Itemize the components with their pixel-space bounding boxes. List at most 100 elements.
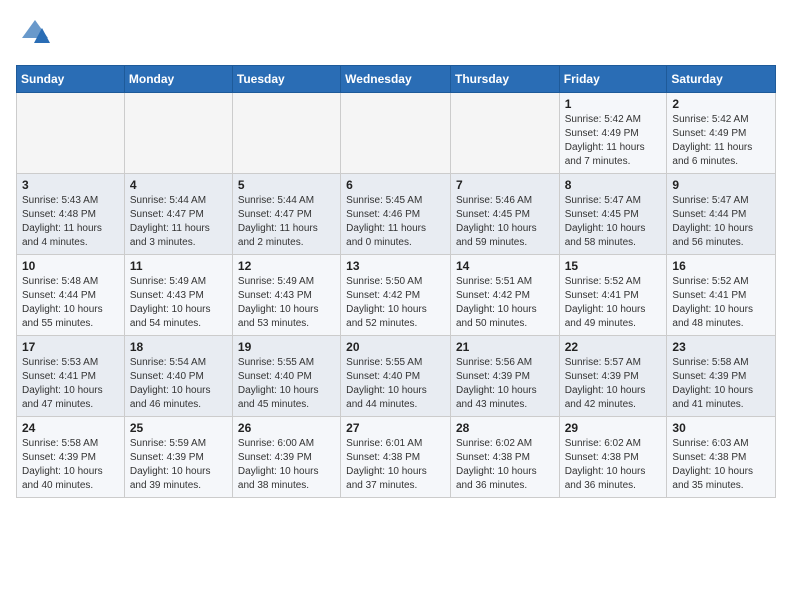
day-info: Sunrise: 5:59 AMSunset: 4:39 PMDaylight:… xyxy=(130,437,227,493)
calendar-cell: 13 Sunrise: 5:50 AMSunset: 4:42 PMDayligh… xyxy=(341,255,451,336)
day-info: Sunrise: 5:52 AMSunset: 4:41 PMDaylight:… xyxy=(672,275,770,331)
day-info: Sunrise: 5:46 AMSunset: 4:45 PMDaylight:… xyxy=(456,194,554,250)
calendar-cell: 7 Sunrise: 5:46 AMSunset: 4:45 PMDaylight… xyxy=(450,174,559,255)
day-info: Sunrise: 6:02 AMSunset: 4:38 PMDaylight:… xyxy=(565,437,662,493)
calendar-header-row: SundayMondayTuesdayWednesdayThursdayFrid… xyxy=(17,66,776,93)
day-number: 21 xyxy=(456,340,554,354)
calendar-cell: 12 Sunrise: 5:49 AMSunset: 4:43 PMDayligh… xyxy=(232,255,340,336)
day-number: 19 xyxy=(238,340,335,354)
day-number: 7 xyxy=(456,178,554,192)
day-info: Sunrise: 5:51 AMSunset: 4:42 PMDaylight:… xyxy=(456,275,554,331)
day-of-week-header: Saturday xyxy=(667,66,776,93)
day-number: 3 xyxy=(22,178,119,192)
header xyxy=(16,16,776,53)
day-info: Sunrise: 6:03 AMSunset: 4:38 PMDaylight:… xyxy=(672,437,770,493)
day-number: 29 xyxy=(565,421,662,435)
calendar-cell: 21Sunrise: 5:56 AMSunset: 4:39 PMDayligh… xyxy=(450,336,559,417)
day-info: Sunrise: 5:58 AMSunset: 4:39 PMDaylight:… xyxy=(22,437,119,493)
day-info: Sunrise: 5:42 AMSunset: 4:49 PMDaylight:… xyxy=(565,113,662,169)
calendar-cell: 22 Sunrise: 5:57 AMSunset: 4:39 PMDayligh… xyxy=(559,336,667,417)
calendar-cell: 27 Sunrise: 6:01 AMSunset: 4:38 PMDayligh… xyxy=(341,417,451,498)
day-of-week-header: Thursday xyxy=(450,66,559,93)
day-info: Sunrise: 5:48 AMSunset: 4:44 PMDaylight:… xyxy=(22,275,119,331)
day-number: 28 xyxy=(456,421,554,435)
calendar-cell: 28 Sunrise: 6:02 AMSunset: 4:38 PMDayligh… xyxy=(450,417,559,498)
day-number: 20 xyxy=(346,340,445,354)
calendar-cell: 3 Sunrise: 5:43 AMSunset: 4:48 PMDaylight… xyxy=(17,174,125,255)
day-number: 16 xyxy=(672,259,770,273)
day-info: Sunrise: 5:42 AMSunset: 4:49 PMDaylight:… xyxy=(672,113,770,169)
day-of-week-header: Monday xyxy=(124,66,232,93)
calendar-cell: 17 Sunrise: 5:53 AMSunset: 4:41 PMDayligh… xyxy=(17,336,125,417)
calendar-week-row: 17 Sunrise: 5:53 AMSunset: 4:41 PMDayligh… xyxy=(17,336,776,417)
day-info: Sunrise: 5:47 AMSunset: 4:44 PMDaylight:… xyxy=(672,194,770,250)
day-number: 15 xyxy=(565,259,662,273)
day-info: Sunrise: 5:49 AMSunset: 4:43 PMDaylight:… xyxy=(238,275,335,331)
calendar-cell: 23 Sunrise: 5:58 AMSunset: 4:39 PMDayligh… xyxy=(667,336,776,417)
calendar-week-row: 3 Sunrise: 5:43 AMSunset: 4:48 PMDaylight… xyxy=(17,174,776,255)
calendar-table: SundayMondayTuesdayWednesdayThursdayFrid… xyxy=(16,65,776,498)
day-number: 12 xyxy=(238,259,335,273)
calendar-cell: 8Sunrise: 5:47 AMSunset: 4:45 PMDaylight… xyxy=(559,174,667,255)
day-number: 8 xyxy=(565,178,662,192)
calendar-week-row: 10 Sunrise: 5:48 AMSunset: 4:44 PMDayligh… xyxy=(17,255,776,336)
calendar-cell: 6 Sunrise: 5:45 AMSunset: 4:46 PMDaylight… xyxy=(341,174,451,255)
day-info: Sunrise: 5:57 AMSunset: 4:39 PMDaylight:… xyxy=(565,356,662,412)
day-number: 18 xyxy=(130,340,227,354)
day-number: 5 xyxy=(238,178,335,192)
calendar-week-row: 1 Sunrise: 5:42 AMSunset: 4:49 PMDaylight… xyxy=(17,93,776,174)
calendar-cell: 29 Sunrise: 6:02 AMSunset: 4:38 PMDayligh… xyxy=(559,417,667,498)
day-number: 23 xyxy=(672,340,770,354)
logo-icon xyxy=(20,18,50,53)
day-number: 22 xyxy=(565,340,662,354)
calendar-cell: 11Sunrise: 5:49 AMSunset: 4:43 PMDayligh… xyxy=(124,255,232,336)
calendar-cell: 10 Sunrise: 5:48 AMSunset: 4:44 PMDayligh… xyxy=(17,255,125,336)
day-number: 6 xyxy=(346,178,445,192)
day-number: 4 xyxy=(130,178,227,192)
day-info: Sunrise: 6:00 AMSunset: 4:39 PMDaylight:… xyxy=(238,437,335,493)
calendar-cell: 1 Sunrise: 5:42 AMSunset: 4:49 PMDaylight… xyxy=(559,93,667,174)
calendar-cell: 2 Sunrise: 5:42 AMSunset: 4:49 PMDaylight… xyxy=(667,93,776,174)
calendar-cell xyxy=(17,93,125,174)
day-of-week-header: Sunday xyxy=(17,66,125,93)
day-info: Sunrise: 5:53 AMSunset: 4:41 PMDaylight:… xyxy=(22,356,119,412)
day-number: 27 xyxy=(346,421,445,435)
calendar-cell: 9 Sunrise: 5:47 AMSunset: 4:44 PMDaylight… xyxy=(667,174,776,255)
calendar-cell: 15 Sunrise: 5:52 AMSunset: 4:41 PMDayligh… xyxy=(559,255,667,336)
calendar-cell xyxy=(341,93,451,174)
day-info: Sunrise: 5:58 AMSunset: 4:39 PMDaylight:… xyxy=(672,356,770,412)
day-info: Sunrise: 5:43 AMSunset: 4:48 PMDaylight:… xyxy=(22,194,119,250)
calendar-cell: 16 Sunrise: 5:52 AMSunset: 4:41 PMDayligh… xyxy=(667,255,776,336)
day-number: 14 xyxy=(456,259,554,273)
day-number: 2 xyxy=(672,97,770,111)
day-number: 11 xyxy=(130,259,227,273)
day-number: 17 xyxy=(22,340,119,354)
day-number: 9 xyxy=(672,178,770,192)
day-number: 13 xyxy=(346,259,445,273)
day-number: 24 xyxy=(22,421,119,435)
calendar-cell: 26Sunrise: 6:00 AMSunset: 4:39 PMDayligh… xyxy=(232,417,340,498)
calendar-cell: 4 Sunrise: 5:44 AMSunset: 4:47 PMDaylight… xyxy=(124,174,232,255)
day-info: Sunrise: 6:01 AMSunset: 4:38 PMDaylight:… xyxy=(346,437,445,493)
day-number: 1 xyxy=(565,97,662,111)
day-info: Sunrise: 5:44 AMSunset: 4:47 PMDaylight:… xyxy=(130,194,227,250)
day-number: 10 xyxy=(22,259,119,273)
calendar-cell: 5 Sunrise: 5:44 AMSunset: 4:47 PMDaylight… xyxy=(232,174,340,255)
calendar-cell: 19Sunrise: 5:55 AMSunset: 4:40 PMDayligh… xyxy=(232,336,340,417)
calendar-cell: 18 Sunrise: 5:54 AMSunset: 4:40 PMDayligh… xyxy=(124,336,232,417)
day-info: Sunrise: 5:54 AMSunset: 4:40 PMDaylight:… xyxy=(130,356,227,412)
calendar-cell: 14 Sunrise: 5:51 AMSunset: 4:42 PMDayligh… xyxy=(450,255,559,336)
day-info: Sunrise: 5:45 AMSunset: 4:46 PMDaylight:… xyxy=(346,194,445,250)
calendar-cell xyxy=(450,93,559,174)
day-of-week-header: Wednesday xyxy=(341,66,451,93)
day-info: Sunrise: 6:02 AMSunset: 4:38 PMDaylight:… xyxy=(456,437,554,493)
calendar-cell: 25Sunrise: 5:59 AMSunset: 4:39 PMDayligh… xyxy=(124,417,232,498)
calendar-cell: 24 Sunrise: 5:58 AMSunset: 4:39 PMDayligh… xyxy=(17,417,125,498)
calendar-cell: 20Sunrise: 5:55 AMSunset: 4:40 PMDayligh… xyxy=(341,336,451,417)
day-info: Sunrise: 5:44 AMSunset: 4:47 PMDaylight:… xyxy=(238,194,335,250)
calendar-cell: 30Sunrise: 6:03 AMSunset: 4:38 PMDayligh… xyxy=(667,417,776,498)
calendar-cell xyxy=(232,93,340,174)
day-of-week-header: Friday xyxy=(559,66,667,93)
day-info: Sunrise: 5:50 AMSunset: 4:42 PMDaylight:… xyxy=(346,275,445,331)
day-info: Sunrise: 5:52 AMSunset: 4:41 PMDaylight:… xyxy=(565,275,662,331)
